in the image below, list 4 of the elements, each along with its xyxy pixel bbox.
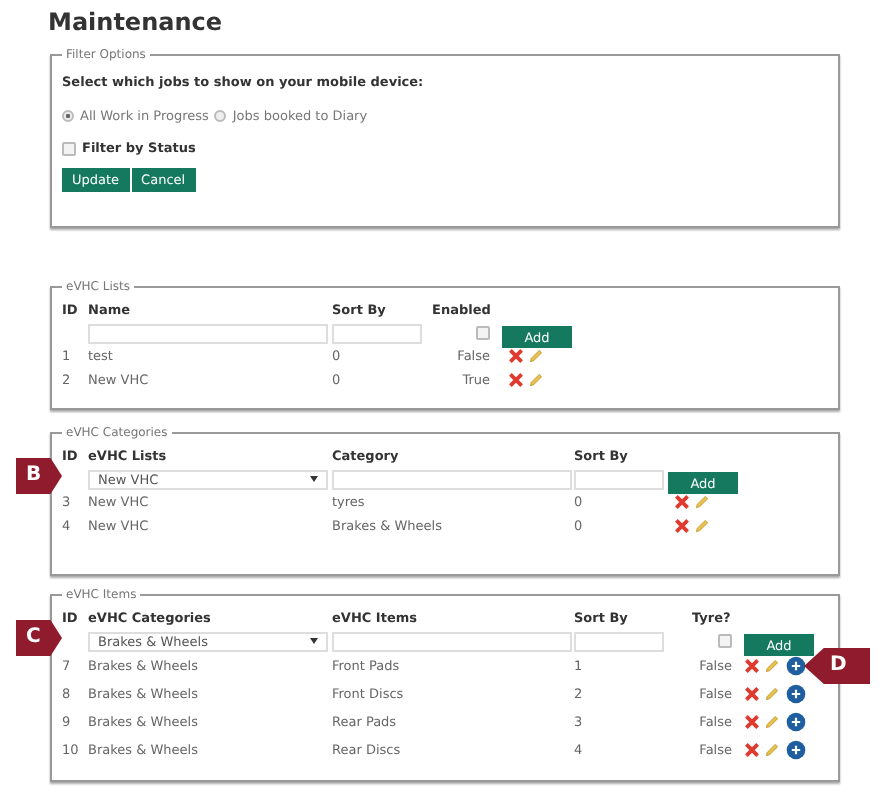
callout-marker: D: [804, 648, 870, 684]
callout-marker: B: [16, 458, 62, 494]
callout-marker: C: [16, 620, 62, 656]
page-title: Maintenance: [48, 8, 225, 36]
